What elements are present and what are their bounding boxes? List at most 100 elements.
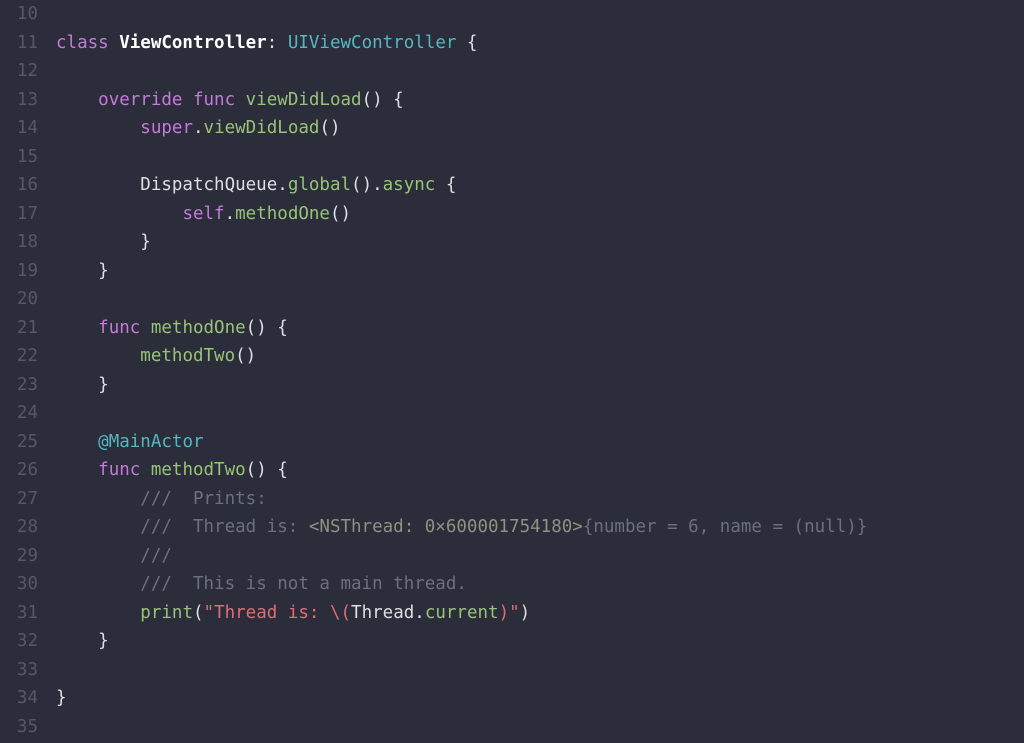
code-token: /// [140, 546, 172, 566]
code-token: print [140, 603, 193, 623]
code-token: (). [351, 175, 383, 195]
line-number: 22 [0, 342, 38, 371]
line-number: 23 [0, 371, 38, 400]
code-token: " [509, 603, 520, 623]
code-token: override [98, 90, 193, 110]
code-token [56, 603, 140, 623]
code-line[interactable]: /// This is not a main thread. [56, 570, 867, 599]
code-line[interactable] [56, 0, 867, 29]
line-number: 15 [0, 143, 38, 172]
line-number: 14 [0, 114, 38, 143]
code-token: } [56, 631, 109, 651]
code-token: current [425, 603, 499, 623]
code-line[interactable]: print("Thread is: \(Thread.current)") [56, 599, 867, 628]
line-number: 33 [0, 656, 38, 685]
line-number-gutter: 1011121314151617181920212223242526272829… [0, 0, 44, 743]
code-line[interactable] [56, 399, 867, 428]
line-number: 19 [0, 257, 38, 286]
code-line[interactable]: override func viewDidLoad() { [56, 86, 867, 115]
line-number: 32 [0, 627, 38, 656]
code-token: global [288, 175, 351, 195]
code-token [56, 204, 182, 224]
code-token: UIViewController [288, 33, 457, 53]
line-number: 10 [0, 0, 38, 29]
code-token [56, 489, 140, 509]
code-token: } [56, 375, 109, 395]
code-line[interactable]: self.methodOne() [56, 200, 867, 229]
code-token: <NSThread: 0×600001754180> [309, 517, 583, 537]
line-number: 18 [0, 228, 38, 257]
code-line[interactable] [56, 143, 867, 172]
code-token: ( [193, 603, 204, 623]
line-number: 30 [0, 570, 38, 599]
code-token [56, 346, 140, 366]
line-number: 34 [0, 684, 38, 713]
line-number: 27 [0, 485, 38, 514]
code-token [56, 574, 140, 594]
line-number: 29 [0, 542, 38, 571]
code-token: func [98, 460, 151, 480]
code-token [56, 318, 98, 338]
code-token: async [383, 175, 436, 195]
code-token [56, 118, 140, 138]
code-token: () { [362, 90, 404, 110]
code-token: . [225, 204, 236, 224]
code-line[interactable]: @MainActor [56, 428, 867, 457]
code-line[interactable]: super.viewDidLoad() [56, 114, 867, 143]
code-token [56, 90, 98, 110]
code-token: ) [499, 603, 510, 623]
code-token: class [56, 33, 119, 53]
code-token [56, 517, 140, 537]
code-line[interactable]: class ViewController: UIViewController { [56, 29, 867, 58]
code-token: : [267, 33, 288, 53]
code-token: () [235, 346, 256, 366]
line-number: 35 [0, 713, 38, 742]
line-number: 21 [0, 314, 38, 343]
code-editor[interactable]: 1011121314151617181920212223242526272829… [0, 0, 1024, 743]
code-line[interactable] [56, 656, 867, 685]
code-line[interactable]: } [56, 257, 867, 286]
code-token: "Thread is: [204, 603, 330, 623]
code-token: {number = 6, name = (null)} [583, 517, 867, 537]
code-token: } [56, 688, 67, 708]
code-token: func [98, 318, 151, 338]
line-number: 11 [0, 29, 38, 58]
code-token: \( [330, 603, 351, 623]
code-line[interactable]: DispatchQueue.global().async { [56, 171, 867, 200]
code-line[interactable]: /// [56, 542, 867, 571]
line-number: 26 [0, 456, 38, 485]
code-line[interactable]: func methodOne() { [56, 314, 867, 343]
code-line[interactable]: methodTwo() [56, 342, 867, 371]
code-line[interactable]: /// Prints: [56, 485, 867, 514]
code-token [56, 546, 140, 566]
code-area[interactable]: class ViewController: UIViewController {… [44, 0, 867, 743]
line-number: 17 [0, 200, 38, 229]
line-number: 20 [0, 285, 38, 314]
code-token: ViewController [119, 33, 267, 53]
code-token: () [319, 118, 340, 138]
code-line[interactable]: /// Thread is: <NSThread: 0×600001754180… [56, 513, 867, 542]
code-line[interactable]: } [56, 371, 867, 400]
code-token [56, 432, 98, 452]
code-token [56, 460, 98, 480]
line-number: 31 [0, 599, 38, 628]
line-number: 12 [0, 57, 38, 86]
code-token: /// Thread is: [140, 517, 309, 537]
code-line[interactable] [56, 57, 867, 86]
code-line[interactable] [56, 285, 867, 314]
code-token: () { [246, 460, 288, 480]
code-token: () [330, 204, 351, 224]
line-number: 25 [0, 428, 38, 457]
code-line[interactable]: } [56, 627, 867, 656]
code-token: self [182, 204, 224, 224]
code-token: ) [520, 603, 531, 623]
code-token: { [456, 33, 477, 53]
code-line[interactable]: func methodTwo() { [56, 456, 867, 485]
code-line[interactable] [56, 713, 867, 742]
code-line[interactable]: } [56, 228, 867, 257]
code-line[interactable]: } [56, 684, 867, 713]
line-number: 13 [0, 86, 38, 115]
code-token: () { [246, 318, 288, 338]
line-number: 16 [0, 171, 38, 200]
code-token: . [193, 118, 204, 138]
